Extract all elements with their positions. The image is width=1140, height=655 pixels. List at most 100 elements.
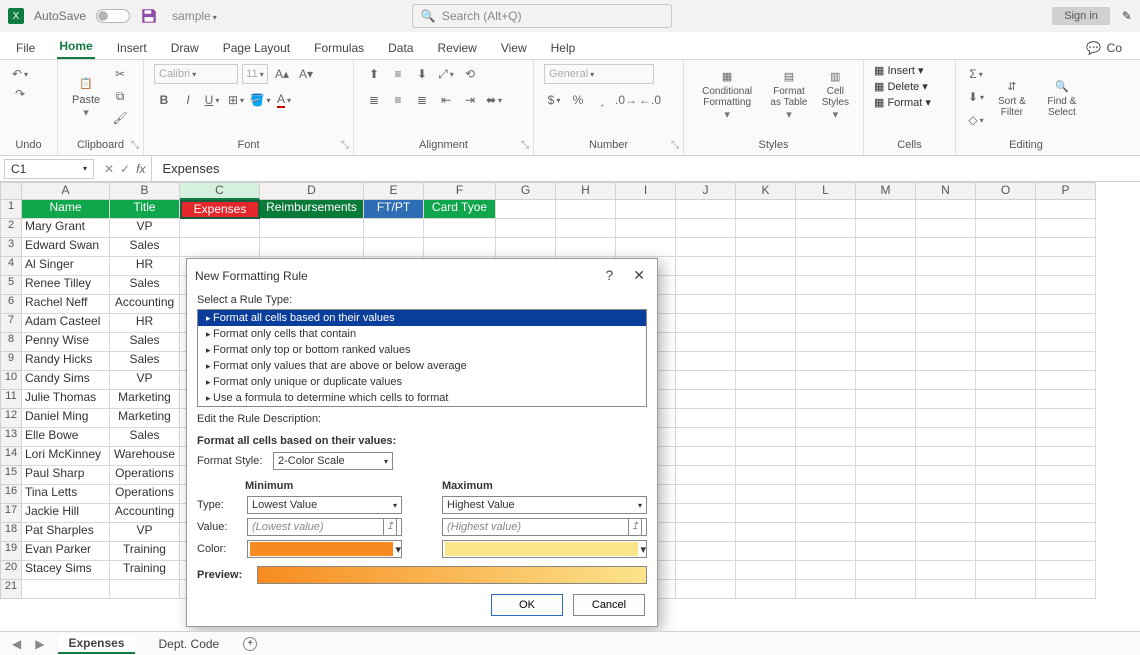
- data-cell[interactable]: Stacey Sims: [22, 561, 110, 580]
- column-header[interactable]: J: [676, 182, 736, 200]
- column-header[interactable]: I: [616, 182, 676, 200]
- sort-filter-button[interactable]: ⇵Sort & Filter: [990, 64, 1034, 130]
- comments-button[interactable]: 💬 Co: [1084, 37, 1126, 59]
- row-header[interactable]: 15: [0, 466, 22, 485]
- underline-icon[interactable]: U: [202, 90, 222, 110]
- row-header[interactable]: 14: [0, 447, 22, 466]
- increase-decimal-icon[interactable]: .0→: [616, 90, 636, 110]
- rule-type-option[interactable]: Format only top or bottom ranked values: [198, 342, 646, 358]
- format-as-table-button[interactable]: ▤Format as Table▾: [764, 64, 813, 123]
- data-cell[interactable]: Accounting: [110, 504, 180, 523]
- data-cell[interactable]: Sales: [110, 428, 180, 447]
- data-cell[interactable]: Accounting: [110, 295, 180, 314]
- row-header[interactable]: 19: [0, 542, 22, 561]
- cell-styles-button[interactable]: ▥Cell Styles▾: [818, 64, 853, 123]
- min-type-select[interactable]: Lowest Value▾: [247, 496, 402, 514]
- data-cell[interactable]: VP: [110, 219, 180, 238]
- row-header[interactable]: 21: [0, 580, 22, 599]
- header-cell[interactable]: Reimbursements: [260, 200, 364, 219]
- add-sheet-button[interactable]: +: [243, 637, 257, 651]
- row-header[interactable]: 5: [0, 276, 22, 295]
- cancel-button[interactable]: Cancel: [573, 594, 645, 616]
- copy-icon[interactable]: ⧉: [110, 86, 130, 106]
- decrease-decimal-icon[interactable]: ←.0: [640, 90, 660, 110]
- ok-button[interactable]: OK: [491, 594, 563, 616]
- column-header[interactable]: C: [180, 182, 260, 200]
- sheet-nav-prev-icon[interactable]: ◀: [12, 637, 21, 651]
- row-header[interactable]: 12: [0, 409, 22, 428]
- header-cell[interactable]: Card Tyoe: [424, 200, 496, 219]
- data-cell[interactable]: Edward Swan: [22, 238, 110, 257]
- percent-icon[interactable]: %: [568, 90, 588, 110]
- tab-help[interactable]: Help: [549, 37, 578, 59]
- data-cell[interactable]: VP: [110, 523, 180, 542]
- data-cell[interactable]: Marketing: [110, 409, 180, 428]
- select-all-corner[interactable]: [0, 182, 22, 200]
- number-format-select[interactable]: General: [544, 64, 654, 84]
- save-icon[interactable]: [140, 7, 158, 25]
- merge-center-icon[interactable]: ⬌: [484, 90, 504, 110]
- row-header[interactable]: 18: [0, 523, 22, 542]
- sheet-nav-next-icon[interactable]: ▶: [35, 637, 44, 651]
- tab-home[interactable]: Home: [57, 35, 94, 59]
- decrease-indent-icon[interactable]: ⇤: [436, 90, 456, 110]
- delete-cells-button[interactable]: ▦ Delete ▾: [874, 80, 945, 93]
- column-header[interactable]: E: [364, 182, 424, 200]
- row-header[interactable]: 3: [0, 238, 22, 257]
- data-cell[interactable]: [110, 580, 180, 599]
- data-cell[interactable]: VP: [110, 371, 180, 390]
- row-header[interactable]: 6: [0, 295, 22, 314]
- tab-insert[interactable]: Insert: [115, 37, 149, 59]
- min-color-select[interactable]: ▾: [247, 540, 402, 558]
- paste-button[interactable]: 📋Paste▾: [68, 64, 104, 128]
- row-header[interactable]: 13: [0, 428, 22, 447]
- min-value-input[interactable]: (Lowest value)↥: [247, 518, 402, 536]
- tab-data[interactable]: Data: [386, 37, 415, 59]
- max-value-input[interactable]: (Highest value)↥: [442, 518, 647, 536]
- column-header[interactable]: K: [736, 182, 796, 200]
- rule-type-option[interactable]: Format only values that are above or bel…: [198, 358, 646, 374]
- signin-button[interactable]: Sign in: [1052, 7, 1110, 25]
- align-top-icon[interactable]: ⬆: [364, 64, 384, 84]
- format-style-select[interactable]: 2-Color Scale▾: [273, 452, 393, 470]
- decrease-font-icon[interactable]: A▾: [296, 64, 316, 84]
- comma-icon[interactable]: ˏ: [592, 90, 612, 110]
- header-cell[interactable]: Expenses: [180, 200, 260, 219]
- data-cell[interactable]: Renee Tilley: [22, 276, 110, 295]
- wrap-text-icon[interactable]: ⟲: [460, 64, 480, 84]
- row-header[interactable]: 10: [0, 371, 22, 390]
- data-cell[interactable]: Daniel Ming: [22, 409, 110, 428]
- data-cell[interactable]: Operations: [110, 466, 180, 485]
- row-header[interactable]: 7: [0, 314, 22, 333]
- close-icon[interactable]: ✕: [633, 267, 645, 284]
- autosum-icon[interactable]: Σ: [966, 64, 986, 84]
- rule-type-option[interactable]: Format all cells based on their values: [198, 310, 646, 326]
- data-cell[interactable]: Warehouse: [110, 447, 180, 466]
- italic-icon[interactable]: I: [178, 90, 198, 110]
- data-cell[interactable]: Training: [110, 561, 180, 580]
- name-box[interactable]: C1▾: [4, 159, 94, 179]
- data-cell[interactable]: Tina Letts: [22, 485, 110, 504]
- align-bottom-icon[interactable]: ⬇: [412, 64, 432, 84]
- align-middle-icon[interactable]: ≡: [388, 64, 408, 84]
- header-cell[interactable]: FT/PT: [364, 200, 424, 219]
- column-header[interactable]: A: [22, 182, 110, 200]
- tab-file[interactable]: File: [14, 37, 37, 59]
- data-cell[interactable]: Rachel Neff: [22, 295, 110, 314]
- row-header[interactable]: 17: [0, 504, 22, 523]
- data-cell[interactable]: Training: [110, 542, 180, 561]
- format-cells-button[interactable]: ▦ Format ▾: [874, 96, 945, 109]
- help-icon[interactable]: ?: [605, 267, 613, 284]
- font-name-select[interactable]: Calibri: [154, 64, 238, 84]
- row-header[interactable]: 20: [0, 561, 22, 580]
- dialog-launcher-icon[interactable]: ⤡: [521, 140, 529, 151]
- currency-icon[interactable]: $: [544, 90, 564, 110]
- data-cell[interactable]: Jackie Hill: [22, 504, 110, 523]
- tab-view[interactable]: View: [499, 37, 529, 59]
- data-cell[interactable]: HR: [110, 257, 180, 276]
- increase-indent-icon[interactable]: ⇥: [460, 90, 480, 110]
- align-left-icon[interactable]: ≣: [364, 90, 384, 110]
- fill-color-icon[interactable]: 🪣: [250, 90, 270, 110]
- font-size-select[interactable]: 11: [242, 64, 268, 84]
- column-header[interactable]: H: [556, 182, 616, 200]
